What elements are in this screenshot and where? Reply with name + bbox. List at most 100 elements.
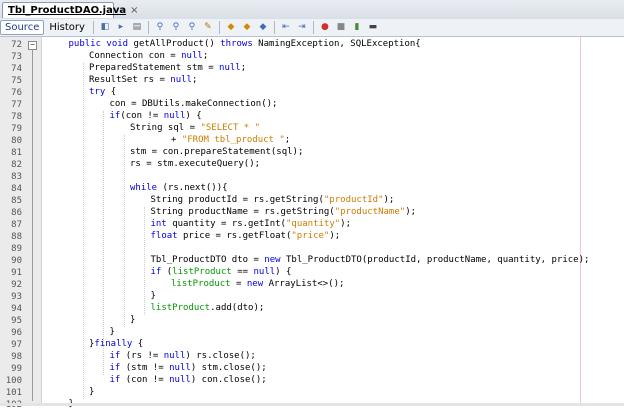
line-number: 90 — [11, 256, 22, 266]
code-token: null — [163, 351, 186, 361]
code-line[interactable]: String sql = "SELECT * " — [130, 123, 260, 135]
code-line[interactable]: while (rs.next()){ — [130, 183, 228, 195]
line-number: 82 — [11, 160, 22, 170]
code-line[interactable]: if (listProduct == null) { — [151, 267, 292, 279]
code-line[interactable]: listProduct = new ArrayList<>(); — [171, 279, 344, 291]
shift-right-icon[interactable]: ⇥ — [295, 21, 309, 34]
code-line[interactable]: } — [110, 327, 115, 339]
code-line[interactable]: Tbl_ProductDTO dto = new Tbl_ProductDTO(… — [151, 255, 590, 267]
find-next-icon[interactable]: ⚲ — [169, 21, 183, 34]
line-number-gutter: 72−73 74 75 76 77 78 79 80 81 82 83 84 85 86 87 88 89 90 9… — [0, 37, 42, 410]
code-line[interactable]: float price = rs.getFloat("price"); — [151, 231, 341, 243]
code-token: ); — [329, 231, 341, 241]
code-line[interactable]: String productId = rs.getString("product… — [151, 195, 395, 207]
history-view-button[interactable]: History — [44, 20, 90, 35]
code-token: { — [110, 87, 117, 97]
code-line[interactable]: stm = con.prepareStatement(sql); — [130, 147, 303, 159]
code-token: ) { — [185, 111, 202, 121]
back-icon[interactable]: ◧ — [98, 21, 112, 34]
code-line[interactable]: } — [130, 315, 135, 327]
toggle-highlight-icon[interactable]: ✎ — [201, 21, 215, 34]
code-token: } — [130, 315, 136, 325]
code-token: if — [150, 267, 167, 277]
comment-icon[interactable]: ▮ — [350, 21, 364, 34]
line-number: 100 — [5, 376, 22, 386]
code-token: con = DBUtils.makeConnection(); — [109, 99, 278, 109]
line-number: 101 — [5, 388, 22, 398]
record-macro-icon[interactable]: ● — [318, 21, 332, 34]
code-token: if — [109, 111, 121, 121]
next-bookmark-icon[interactable]: ◆ — [240, 21, 254, 34]
code-line[interactable]: ResultSet rs = null; — [89, 75, 197, 87]
line-number: 97 — [11, 340, 22, 350]
code-area[interactable]: public void getAllProduct() throws Namin… — [48, 37, 604, 409]
code-line[interactable]: try { — [89, 87, 116, 99]
code-token: ; — [202, 51, 209, 61]
shift-left-icon[interactable]: ⇤ — [279, 21, 293, 34]
code-token: Tbl_ProductDTO dto = — [150, 255, 265, 265]
code-line[interactable]: if (con != null) con.close(); — [110, 375, 267, 387]
code-line[interactable]: } — [151, 291, 156, 303]
code-token: (con != — [125, 375, 170, 385]
line-number: 92 — [11, 280, 22, 290]
code-line[interactable]: String productName = rs.getString("produ… — [151, 207, 417, 219]
code-line[interactable]: con = DBUtils.makeConnection(); — [110, 99, 278, 111]
forward-icon[interactable]: ▸ — [114, 21, 128, 34]
code-token: null — [181, 51, 203, 61]
line-number: 76 — [11, 88, 22, 98]
file-tab-label: Tbl_ProductDAO.java — [8, 5, 127, 16]
file-tab[interactable]: Tbl_ProductDAO.java × — [2, 2, 138, 18]
code-line[interactable]: Connection con = null; — [89, 51, 208, 63]
code-token: public void — [68, 39, 134, 49]
code-token: getAllProduct() — [133, 39, 221, 49]
code-line[interactable]: PreparedStatement stm = null; — [89, 63, 246, 75]
code-line[interactable]: public void getAllProduct() throws Namin… — [69, 39, 421, 51]
code-editor[interactable]: 72−73 74 75 76 77 78 79 80 81 82 83 84 85 86 87 88 89 90 9… — [0, 37, 624, 410]
code-token: ); — [383, 195, 395, 205]
toolbar-separator — [312, 21, 314, 34]
code-line[interactable]: int quantity = rs.getInt("quantity"); — [151, 219, 352, 231]
code-line[interactable]: }finally { — [89, 339, 143, 351]
find-selection-icon[interactable]: ⚲ — [185, 21, 199, 34]
editor-tab-strip: Tbl_ProductDAO.java × — [0, 0, 624, 20]
code-token: null — [169, 363, 191, 373]
code-line[interactable]: if (stm != null) stm.close(); — [110, 363, 267, 375]
indent-guide — [103, 111, 105, 375]
code-token: { — [137, 339, 144, 349]
code-token: null — [170, 75, 192, 85]
code-line[interactable]: listProduct.add(dto); — [151, 303, 265, 315]
code-token: if — [109, 363, 126, 373]
code-token: listProduct — [172, 267, 232, 277]
uncomment-icon[interactable]: ▬ — [366, 21, 380, 34]
code-token: "SELECT * " — [200, 123, 261, 133]
code-line[interactable]: + "FROM tbl_product "; — [171, 135, 290, 147]
code-token: String productName = rs.getString( — [150, 207, 335, 217]
code-line[interactable]: rs = stm.executeQuery(); — [130, 159, 260, 171]
close-tab-icon[interactable]: × — [130, 5, 138, 16]
code-line[interactable]: } — [89, 387, 94, 399]
code-token: listProduct — [150, 303, 211, 313]
code-token: try — [89, 87, 111, 97]
line-number: 84 — [11, 184, 22, 194]
find-prev-icon[interactable]: ⚲ — [153, 21, 167, 34]
code-line[interactable]: if(con != null) { — [110, 111, 202, 123]
code-token: ); — [405, 207, 417, 217]
code-token: PreparedStatement stm = — [89, 63, 220, 73]
history-nav-icon[interactable]: ▤ — [130, 21, 144, 34]
code-token: (stm != — [125, 363, 170, 373]
code-token: Tbl_ProductDTO(productId, productName, q… — [285, 255, 590, 265]
line-number: 93 — [11, 292, 22, 302]
code-token: if — [109, 351, 126, 361]
code-token: + — [171, 135, 182, 145]
code-token: finally — [94, 339, 138, 349]
code-line[interactable]: if (rs != null) rs.close(); — [110, 351, 256, 363]
stop-macro-icon[interactable]: ■ — [334, 21, 348, 34]
prev-bookmark-icon[interactable]: ◆ — [224, 21, 238, 34]
code-token: ResultSet rs = — [89, 75, 171, 85]
source-view-button[interactable]: Source — [0, 20, 45, 35]
fold-toggle-icon[interactable]: − — [28, 41, 37, 50]
toggle-bookmark-icon[interactable]: ◆ — [256, 21, 270, 34]
code-token: if — [109, 375, 126, 385]
code-token: String sql = — [130, 123, 201, 133]
line-number: 98 — [11, 352, 22, 362]
